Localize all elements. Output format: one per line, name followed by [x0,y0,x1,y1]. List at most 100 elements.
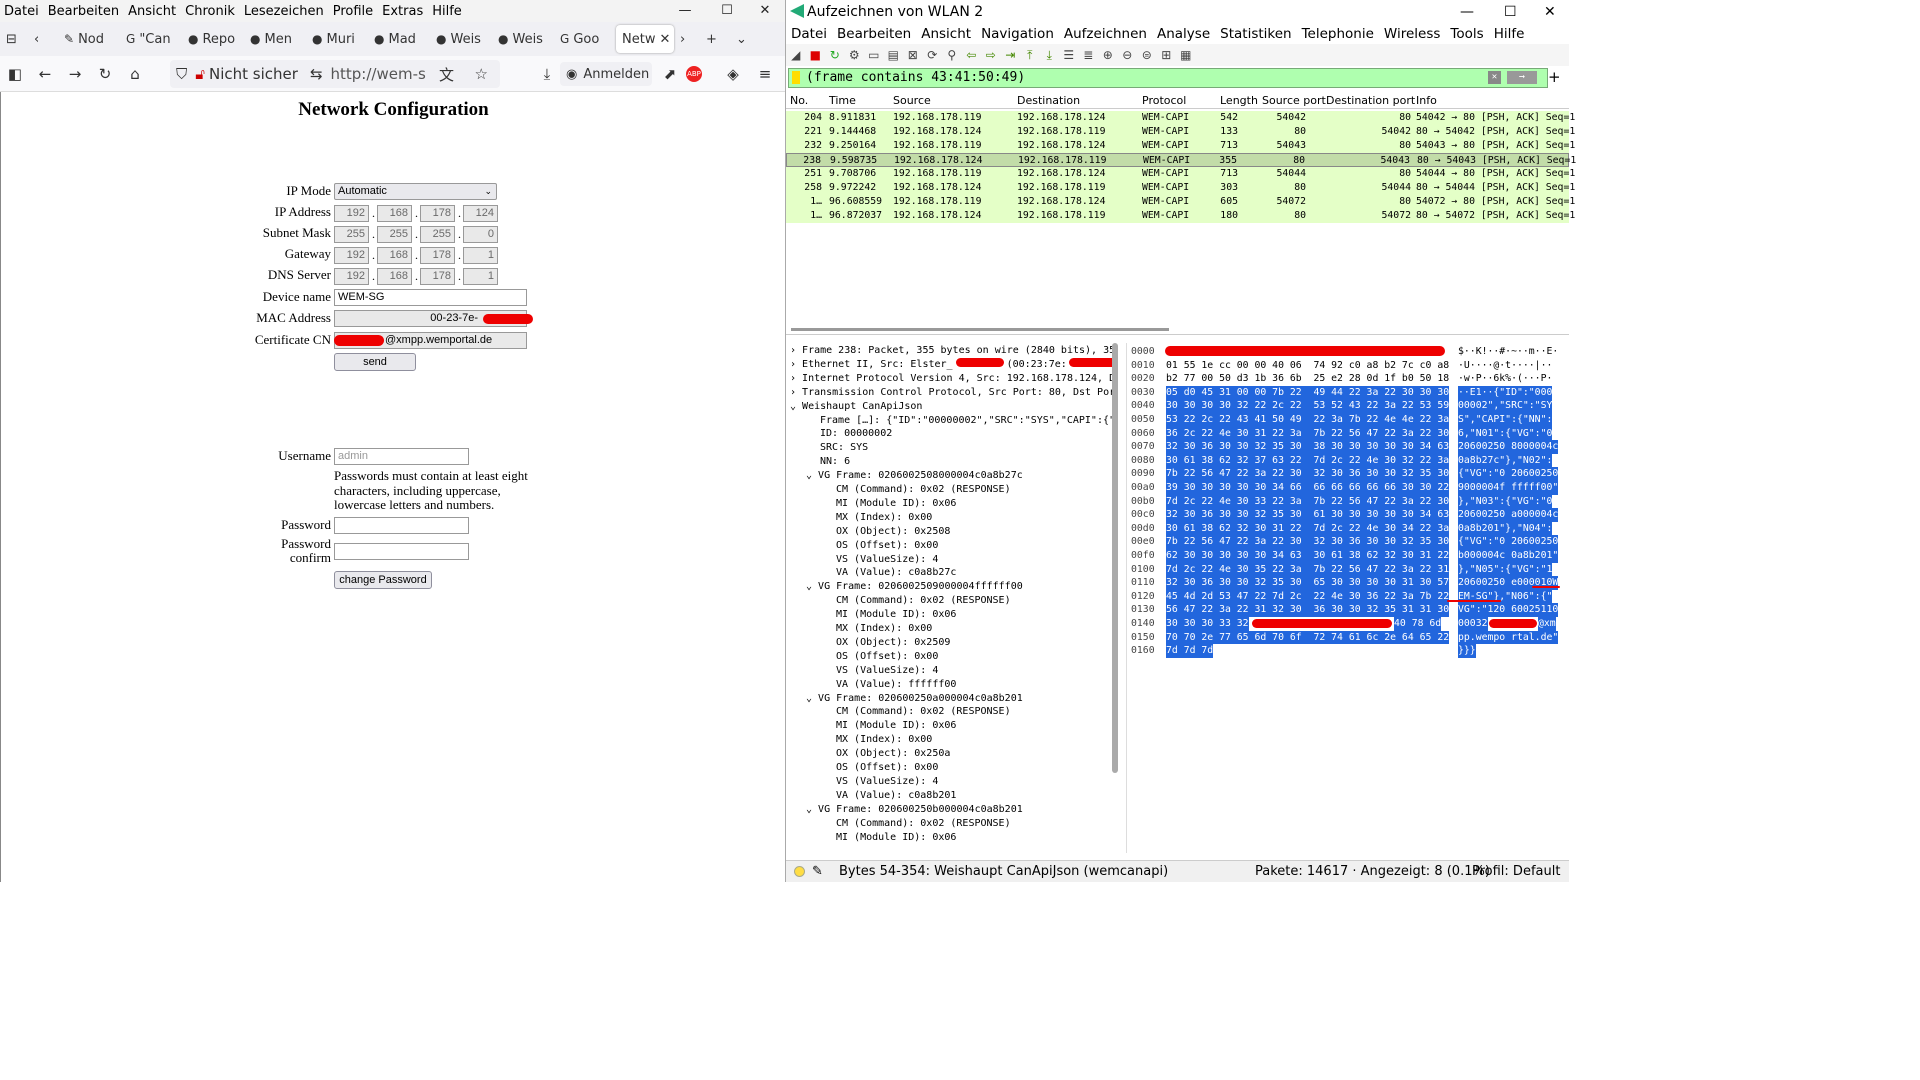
ip-octet-3[interactable]: 178 [420,205,455,222]
packet-row[interactable]: 251 9.708706 192.168.178.119 192.168.178.12… [786,167,1575,181]
shield-icon[interactable]: ⛉ [176,65,187,83]
packet-row[interactable]: 1… 96.608559 192.168.178.119 192.168.178.12… [786,195,1575,209]
resize-columns-icon[interactable]: ⊞ [1157,48,1177,62]
hex-ascii[interactable]: 6,"N01":{"VG":"0 [1458,426,1553,441]
find-packet-icon[interactable]: ⚲ [942,48,962,62]
zoom-reset-icon[interactable]: ⊜ [1137,48,1157,62]
url-bar[interactable]: ⛉ 🔓︎ Nicht sicher ⇆ http://wem-s 文 ☆ [170,60,500,88]
adblock-icon[interactable]: ABP [686,66,702,82]
ws-menu-datei[interactable]: Datei [786,26,832,42]
tree-item[interactable]: MI (Module ID): 0x06 [836,497,956,511]
packet-row[interactable]: 238 9.598735 192.168.178.124 192.168.178.11… [786,153,1576,167]
ip-octet-2[interactable]: 168 [377,205,412,222]
reload-file-icon[interactable]: ⟳ [923,48,943,62]
tab-men[interactable]: ● Men [244,25,306,53]
capture-comment-icon[interactable]: ✎ [812,861,823,883]
insecure-lock-icon[interactable]: 🔓︎ [195,65,205,83]
tab-muri[interactable]: ● Muri [306,25,368,53]
maximize-icon[interactable]: ☐ [1504,0,1517,24]
hex-ascii[interactable]: 20600250 a000004c [1458,508,1559,522]
tree-item[interactable]: MX (Index): 0x00 [836,622,932,636]
tree-item[interactable]: ⌄ VG Frame: 0206002508000004c0a8b27c [806,469,1023,483]
col-destination-port[interactable]: Destination port [1326,94,1415,107]
bookmark-icon[interactable] [792,71,800,84]
hex-ascii[interactable]: 9000004f fffff00" [1458,481,1559,495]
tree-item[interactable]: › Transmission Control Protocol, Src Por… [790,386,1116,400]
menu-bearbeiten[interactable]: Bearbeiten [42,4,122,19]
hex-ascii[interactable]: },"N05":{"VG":"1 [1458,562,1553,577]
ws-menu-wireless[interactable]: Wireless [1379,26,1446,42]
capture-options-icon[interactable]: ⚙ [845,48,865,62]
tree-item[interactable]: ⌄ Weishaupt CanApiJson [790,400,922,414]
hex-ascii-tail[interactable]: @xm [1538,617,1556,631]
mask-octet-4[interactable]: 0 [463,226,498,243]
password-input[interactable] [334,517,469,534]
dns-octet-3[interactable]: 178 [420,268,455,285]
ws-menu-hilfe[interactable]: Hilfe [1489,26,1530,42]
tree-item[interactable]: OX (Object): 0x250a [836,747,950,761]
maximize-icon[interactable]: ☐ [707,0,747,22]
menu-hilfe[interactable]: Hilfe [426,4,465,19]
start-capture-icon[interactable]: ◢ [786,48,806,62]
hex-ascii[interactable]: pp.wempo rtal.de" [1458,630,1559,645]
hex-ascii[interactable]: ·w·P··6k%·(···P· [1458,372,1552,386]
mask-octet-3[interactable]: 255 [420,226,455,243]
hex-bytes[interactable]: 32 30 36 30 30 32 35 30 61 30 30 30 30 3… [1166,508,1450,522]
packet-row[interactable]: 221 9.144468 192.168.178.124 192.168.178.11… [786,125,1575,139]
hex-ascii[interactable]: }}} [1458,644,1476,658]
ip-octet-1[interactable]: 192 [334,205,369,222]
tab-nod[interactable]: ✎ Nod [58,25,120,53]
tab-repo[interactable]: ● Repo [182,25,244,53]
tree-item[interactable]: ID: 00000002 [820,427,892,441]
username-input[interactable]: admin [334,448,469,465]
hex-ascii[interactable]: 0a8b201"},"N04": [1458,521,1553,536]
add-filter-button-icon[interactable]: + [1548,68,1561,86]
security-label[interactable]: Nicht sicher [209,65,298,83]
close-tab-icon[interactable]: ✕ [659,32,670,47]
display-filter-input[interactable]: (frame contains 43:41:50:49) ✕ ➞ [788,68,1548,88]
tree-item[interactable]: OS (Offset): 0x00 [836,650,938,664]
ip-mode-select[interactable]: Automatic ⌄ [334,183,497,200]
hex-ascii[interactable]: 0a8b27c"},"N02": [1458,453,1553,468]
ws-menu-navigation[interactable]: Navigation [976,26,1059,42]
mask-octet-1[interactable]: 255 [334,226,369,243]
minimize-icon[interactable]: — [1460,0,1474,24]
chevron-right-icon[interactable]: › [790,387,802,398]
tree-item[interactable]: › Internet Protocol Version 4, Src: 192.… [790,372,1116,386]
hex-ascii[interactable]: b000004c 0a8b201" [1458,549,1559,563]
packet-row[interactable]: 1… 96.872037 192.168.178.124 192.168.178.11… [786,209,1575,223]
device-name-input[interactable]: WEM-SG [334,289,527,306]
chevron-down-icon[interactable]: ⌄ [806,470,818,481]
chevron-down-icon[interactable]: ⌄ [806,804,818,815]
tree-item[interactable]: CM (Command): 0x02 (RESPONSE) [836,817,1011,831]
gw-octet-3[interactable]: 178 [420,247,455,264]
col-length[interactable]: Length [1220,94,1258,107]
packet-row[interactable]: 204 8.911831 192.168.178.119 192.168.178.12… [786,111,1575,125]
hex-ascii[interactable]: S","CAPI":{"NN": [1458,413,1553,427]
scroll-right-icon[interactable]: › [674,25,700,53]
tab-list-icon[interactable]: ⊟ [0,25,28,53]
hex-bytes[interactable]: 7d 2c 22 4e 30 35 22 3a 7b 22 56 47 22 3… [1166,562,1450,577]
tree-item[interactable]: VA (Value): ffffff00 [836,678,956,692]
tree-item[interactable]: NN: 6 [820,455,850,469]
tab-overflow-icon[interactable]: ⌄ [730,25,754,53]
col-info[interactable]: Info [1416,94,1437,107]
chevron-down-icon[interactable]: ⌄ [806,581,818,592]
menu-chronik[interactable]: Chronik [179,4,238,19]
tree-item[interactable]: VA (Value): c0a8b201 [836,789,956,803]
back-icon[interactable]: ← [30,65,60,83]
clear-filter-icon[interactable]: ✕ [1488,71,1501,84]
menu-lesezeichen[interactable]: Lesezeichen [238,4,327,19]
mask-octet-2[interactable]: 255 [377,226,412,243]
menu-profile[interactable]: Profile [327,4,376,19]
column-settings-icon[interactable]: ▦ [1176,48,1196,62]
hex-bytes[interactable]: 30 30 30 33 32 [1166,617,1249,631]
hex-bytes[interactable]: 30 30 30 30 32 22 2c 22 53 52 43 22 3a 2… [1166,399,1450,413]
hex-bytes[interactable]: 7d 2c 22 4e 30 33 22 3a 7b 22 56 47 22 3… [1166,494,1450,509]
minimize-icon[interactable]: — [665,0,705,22]
signin-button[interactable]: ◉ Anmelden [560,62,652,86]
col-source[interactable]: Source [893,94,931,107]
tree-item[interactable]: SRC: SYS [820,441,868,455]
tree-item[interactable]: MX (Index): 0x00 [836,733,932,747]
chevron-down-icon[interactable]: ⌄ [806,693,818,704]
